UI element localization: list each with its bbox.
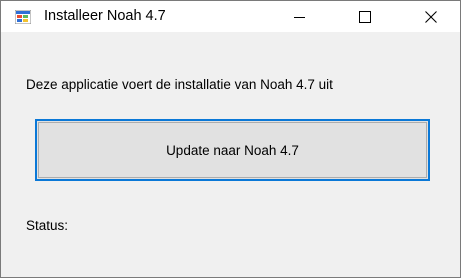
update-button[interactable]: Update naar Noah 4.7 [35, 119, 430, 181]
title-bar[interactable]: Installeer Noah 4.7 [1, 1, 460, 32]
update-button-label: Update naar Noah 4.7 [38, 122, 427, 178]
window-title: Installeer Noah 4.7 [44, 8, 166, 24]
status-label: Status: [26, 218, 69, 233]
minimize-button[interactable] [276, 1, 322, 32]
close-button[interactable] [408, 1, 454, 32]
description-label: Deze applicatie voert de installatie van… [26, 77, 333, 92]
installer-window: Installeer Noah 4.7 Deze applicatie voer… [0, 0, 461, 278]
maximize-button[interactable] [341, 1, 387, 32]
app-icon [14, 9, 32, 25]
